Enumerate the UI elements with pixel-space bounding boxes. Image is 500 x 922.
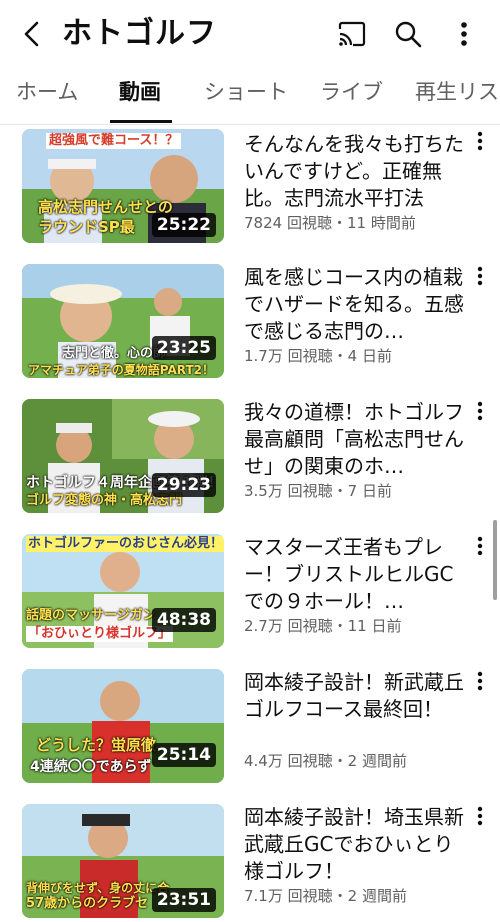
meta-separator: ・ [332, 752, 348, 770]
video-more-button[interactable] [470, 401, 490, 429]
video-thumbnail[interactable]: 志門と徹。心の師 アマチュア弟子の夏物語PART2！ 23:25 [22, 264, 224, 378]
channel-title: ホトゴルフ [62, 16, 217, 51]
scrollbar[interactable] [493, 520, 497, 600]
video-meta: 7.1万 回視聴・2 週間前 [244, 886, 407, 906]
thumbnail-caption: 志門と徹。心の師 [62, 346, 167, 361]
video-thumbnail[interactable]: ホトゴルフ４周年企画第１弾！ ゴルフ変態の神・高松志門 29:23 [22, 399, 224, 513]
video-duration: 25:22 [151, 213, 216, 237]
video-list: 超強風で難コース！？ 高松志門せんせとの ラウンドSP最 25:22 そんなんを… [0, 124, 500, 922]
video-more-button[interactable] [470, 536, 490, 564]
video-thumbnail[interactable]: ホトゴルファーのおじさん必見！ 話題のマッサージガン 「おひぃとり様ゴルフ」 4… [22, 534, 224, 648]
thumbnail-caption: 高松志門せんせとの [38, 198, 173, 216]
tab-playlists[interactable]: 再生リス [415, 76, 499, 108]
video-meta: 4.4万 回視聴・2 週間前 [244, 751, 407, 771]
back-button[interactable] [14, 16, 50, 52]
more-vert-icon [477, 266, 483, 286]
video-duration: 29:23 [151, 473, 216, 497]
thumbnail-caption: 超強風で難コース！？ [46, 133, 182, 149]
active-tab-indicator [110, 120, 172, 123]
video-title[interactable]: 岡本綾子設計！新武蔵丘ゴルフコース最終回！ [244, 669, 466, 723]
more-vert-icon [477, 806, 483, 826]
video-duration: 25:14 [151, 743, 216, 767]
video-more-button[interactable] [470, 806, 490, 834]
video-meta: 7824 回視聴・11 時間前 [244, 213, 416, 233]
cast-button[interactable] [334, 16, 370, 52]
top-app-bar: ホトゴルフ [0, 0, 500, 68]
thumbnail-caption: アマチュア弟子の夏物語PART2！ [28, 363, 214, 377]
video-title[interactable]: マスターズ王者もプレー！ブリストルヒルGCでの９ホール！… [244, 534, 466, 615]
view-count: 2.7万 回視聴 [244, 617, 333, 635]
search-icon [395, 21, 422, 48]
video-item[interactable]: 超強風で難コース！？ 高松志門せんせとの ラウンドSP最 25:22 そんなんを… [0, 129, 500, 264]
view-count: 1.7万 回視聴 [244, 347, 333, 365]
thumbnail-caption: どうした？蛍原徹 [36, 736, 157, 754]
meta-separator: ・ [332, 617, 348, 635]
video-thumbnail[interactable]: どうした？蛍原徹 4連続〇〇であらず 25:14 [22, 669, 224, 783]
video-meta: 2.7万 回視聴・11 日前 [244, 616, 402, 636]
more-options-button[interactable] [446, 16, 482, 52]
more-vert-icon [477, 671, 483, 691]
more-vert-icon [461, 22, 467, 46]
view-count: 3.5万 回視聴 [244, 482, 333, 500]
upload-age: 2 週間前 [347, 752, 407, 770]
video-duration: 23:51 [151, 888, 216, 912]
upload-age: 11 日前 [347, 617, 402, 635]
upload-age: 7 日前 [347, 482, 392, 500]
meta-separator: ・ [332, 887, 348, 905]
video-title[interactable]: 風を感じコース内の植栽でハザードを知る。五感で感じる志門の… [244, 264, 466, 345]
more-vert-icon [477, 536, 483, 556]
upload-age: 2 週間前 [347, 887, 407, 905]
video-thumbnail[interactable]: 超強風で難コース！？ 高松志門せんせとの ラウンドSP最 25:22 [22, 129, 224, 243]
video-item[interactable]: ホトゴルフ４周年企画第１弾！ ゴルフ変態の神・高松志門 29:23 我々の道標！… [0, 399, 500, 534]
tab-videos[interactable]: 動画 [119, 76, 161, 108]
thumbnail-caption: 話題のマッサージガン [26, 608, 156, 623]
video-more-button[interactable] [470, 131, 490, 159]
view-count: 4.4万 回視聴 [244, 752, 333, 770]
meta-separator: ・ [332, 347, 348, 365]
video-more-button[interactable] [470, 266, 490, 294]
view-count: 7.1万 回視聴 [244, 887, 333, 905]
back-arrow-icon [24, 21, 39, 47]
video-more-button[interactable] [470, 671, 490, 699]
meta-separator: ・ [332, 482, 348, 500]
video-thumbnail[interactable]: 背伸びをせず、身の丈に合 57歳からのクラブセ 23:51 [22, 804, 224, 918]
video-item[interactable]: 背伸びをせず、身の丈に合 57歳からのクラブセ 23:51 岡本綾子設計！埼玉県… [0, 804, 500, 922]
thumbnail-caption: 4連続〇〇であらず [30, 759, 152, 775]
video-meta: 3.5万 回視聴・7 日前 [244, 481, 392, 501]
channel-tabs: ホーム 動画 ショート ライブ 再生リス [0, 68, 500, 125]
tab-shorts[interactable]: ショート [204, 76, 288, 108]
video-meta: 1.7万 回視聴・4 日前 [244, 346, 392, 366]
tab-home[interactable]: ホーム [16, 76, 78, 108]
tab-live[interactable]: ライブ [320, 76, 383, 108]
upload-age: 11 時間前 [346, 214, 416, 232]
video-title[interactable]: 岡本綾子設計！埼玉県新武蔵丘GCでおひぃとり様ゴルフ！ [244, 804, 466, 885]
thumbnail-caption: 背伸びをせず、身の丈に合 [26, 881, 170, 895]
video-title[interactable]: 我々の道標！ホトゴルフ最高顧問「高松志門せんせ」の関東のホ… [244, 399, 466, 480]
video-item[interactable]: 志門と徹。心の師 アマチュア弟子の夏物語PART2！ 23:25 風を感じコース… [0, 264, 500, 399]
thumbnail-caption: ホトゴルファーのおじさん必見！ [26, 536, 224, 552]
video-duration: 23:25 [151, 336, 216, 360]
view-count: 7824 回視聴 [244, 214, 332, 232]
video-title[interactable]: そんなんを我々も打ちたいんですけど。正確無比。志門流水平打法 [244, 131, 466, 212]
video-item[interactable]: ホトゴルファーのおじさん必見！ 話題のマッサージガン 「おひぃとり様ゴルフ」 4… [0, 534, 500, 669]
more-vert-icon [477, 131, 483, 151]
video-duration: 48:38 [151, 608, 216, 632]
search-button[interactable] [390, 16, 426, 52]
thumbnail-caption: ラウンドSP最 [38, 218, 135, 236]
upload-age: 4 日前 [347, 347, 392, 365]
thumbnail-caption: 「おひぃとり様ゴルフ」 [26, 626, 174, 642]
meta-separator: ・ [331, 214, 347, 232]
more-vert-icon [477, 401, 483, 421]
thumbnail-caption: 57歳からのクラブセ [26, 896, 149, 911]
cast-icon [338, 21, 366, 47]
video-item[interactable]: どうした？蛍原徹 4連続〇〇であらず 25:14 岡本綾子設計！新武蔵丘ゴルフコ… [0, 669, 500, 804]
